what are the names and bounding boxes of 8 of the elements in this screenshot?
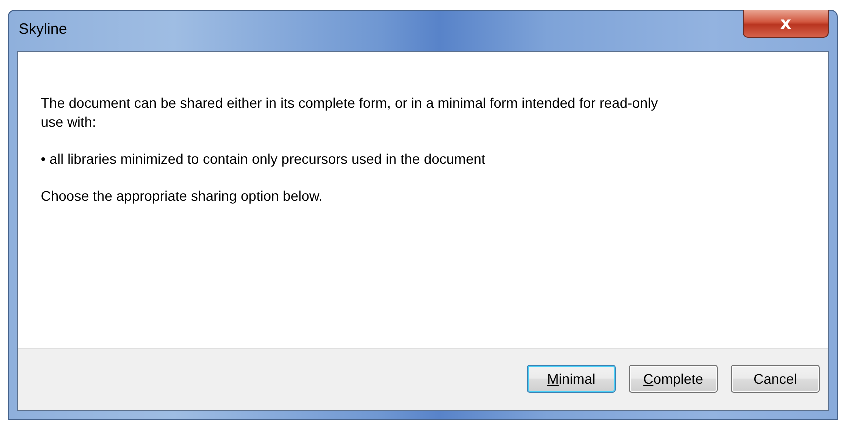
instruction-text: Choose the appropriate sharing option below. bbox=[41, 187, 324, 206]
message-text: The document can be shared either in its complete form, or in a minimal form intended for read-only use with: bbox=[41, 94, 660, 132]
dialog-button[interactable]: Minimal bbox=[527, 365, 616, 393]
window-title: Skyline bbox=[19, 21, 68, 38]
bullet-item: • all libraries minimized to contain only precursors used in the document bbox=[41, 150, 487, 169]
dialog-button[interactable]: Cancel bbox=[731, 365, 820, 393]
close-button[interactable]: x bbox=[743, 10, 829, 38]
dialog-button[interactable]: Complete bbox=[629, 365, 718, 393]
